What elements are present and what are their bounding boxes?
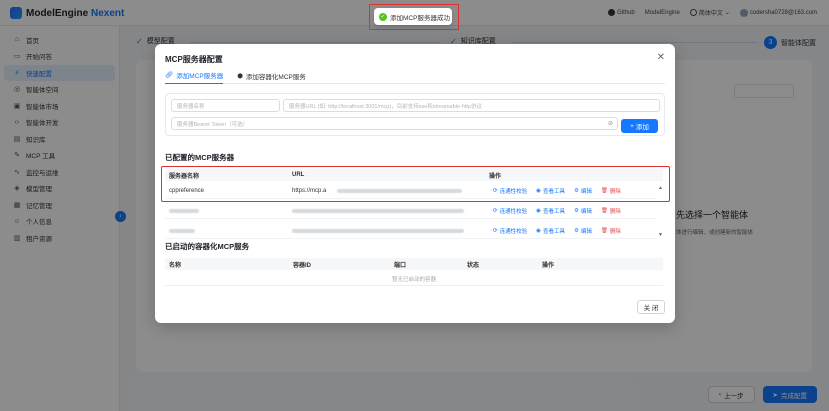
gear-icon: ⚙ bbox=[573, 207, 579, 214]
delete-button[interactable]: 🗑︎ 删除 bbox=[601, 227, 621, 235]
edit-button[interactable]: ⚙ 编辑 bbox=[574, 227, 592, 235]
toast-message: 添加MCP服务器成功 bbox=[390, 14, 450, 22]
empty-state: 暂无已启动的容器 bbox=[165, 273, 663, 286]
column-header: 名称 bbox=[169, 262, 182, 269]
eye-off-icon[interactable]: ⊘ bbox=[608, 120, 613, 127]
refresh-icon: ⟳ bbox=[493, 227, 498, 234]
check-circle-icon: ✓ bbox=[379, 12, 387, 21]
view-tools-button[interactable]: ◉ 查看工具 bbox=[536, 227, 565, 235]
add-server-button[interactable]: + 添加 bbox=[621, 119, 658, 133]
table-row: ⟳ 连通性校验 ◉ 查看工具 ⚙ 编辑 🗑︎ 删除 bbox=[165, 203, 655, 219]
trash-icon: 🗑︎ bbox=[600, 227, 608, 234]
view-tools-button[interactable]: ◉ 查看工具 bbox=[536, 207, 565, 215]
close-icon[interactable]: ✕ bbox=[657, 52, 665, 63]
close-button[interactable]: 关 闭 bbox=[637, 300, 665, 314]
refresh-icon: ⟳ bbox=[493, 207, 498, 214]
table-row: ⟳ 连通性校验 ◉ 查看工具 ⚙ 编辑 🗑︎ 删除 bbox=[165, 223, 655, 239]
box-icon: ⬢ bbox=[237, 72, 243, 80]
toast-highlight: ✓ 添加MCP服务器成功 bbox=[369, 4, 459, 30]
redacted-url bbox=[292, 209, 464, 213]
check-connectivity-button[interactable]: ⟳ 连通性校验 bbox=[493, 227, 527, 235]
containers-table-header: 名称 容器ID 端口 状态 操作 bbox=[165, 258, 663, 270]
scroll-down-icon[interactable]: ▼ bbox=[658, 232, 663, 238]
bearer-token-input[interactable]: 服务器Bearer Token（可选） ⊘ bbox=[171, 117, 618, 130]
column-header: 状态 bbox=[467, 262, 480, 269]
redacted-name bbox=[169, 209, 199, 213]
server-url-input[interactable]: 服务器URL (如: http://localhost:3001/mcp)，目前… bbox=[283, 99, 660, 112]
highlight-box bbox=[161, 166, 670, 202]
configured-servers-title: 已配置的MCP服务器 bbox=[165, 153, 235, 162]
eye-icon: ◉ bbox=[536, 227, 541, 234]
delete-button[interactable]: 🗑︎ 删除 bbox=[601, 207, 621, 215]
plus-icon: + bbox=[630, 122, 634, 130]
success-toast: ✓ 添加MCP服务器成功 bbox=[374, 8, 452, 25]
gear-icon: ⚙ bbox=[573, 227, 579, 234]
running-containers-title: 已启动的容器化MCP服务 bbox=[165, 242, 250, 251]
server-name-input[interactable]: 服务器名称 bbox=[171, 99, 280, 112]
tab-add-container-mcp[interactable]: ⬢ 添加容器化MCP服务 bbox=[237, 70, 306, 84]
column-header: 容器ID bbox=[293, 262, 312, 269]
column-header: 端口 bbox=[394, 262, 407, 269]
eye-icon: ◉ bbox=[536, 207, 541, 214]
redacted-name bbox=[169, 229, 195, 233]
mcp-config-modal: MCP服务器配置 ✕ 🔗︎ 添加MCP服务器 ⬢ 添加容器化MCP服务 服务器名称 … bbox=[155, 44, 675, 323]
modal-tabs: 🔗︎ 添加MCP服务器 ⬢ 添加容器化MCP服务 bbox=[165, 70, 665, 84]
redacted-url bbox=[292, 229, 464, 233]
link-icon: 🔗︎ bbox=[165, 72, 174, 79]
add-server-form: 服务器名称 服务器URL (如: http://localhost:3001/m… bbox=[165, 93, 665, 136]
check-connectivity-button[interactable]: ⟳ 连通性校验 bbox=[493, 207, 527, 215]
tab-add-mcp-server[interactable]: 🔗︎ 添加MCP服务器 bbox=[165, 70, 224, 84]
trash-icon: 🗑︎ bbox=[600, 207, 608, 214]
edit-button[interactable]: ⚙ 编辑 bbox=[574, 207, 592, 215]
modal-title: MCP服务器配置 bbox=[165, 55, 223, 64]
column-header: 操作 bbox=[542, 262, 555, 269]
